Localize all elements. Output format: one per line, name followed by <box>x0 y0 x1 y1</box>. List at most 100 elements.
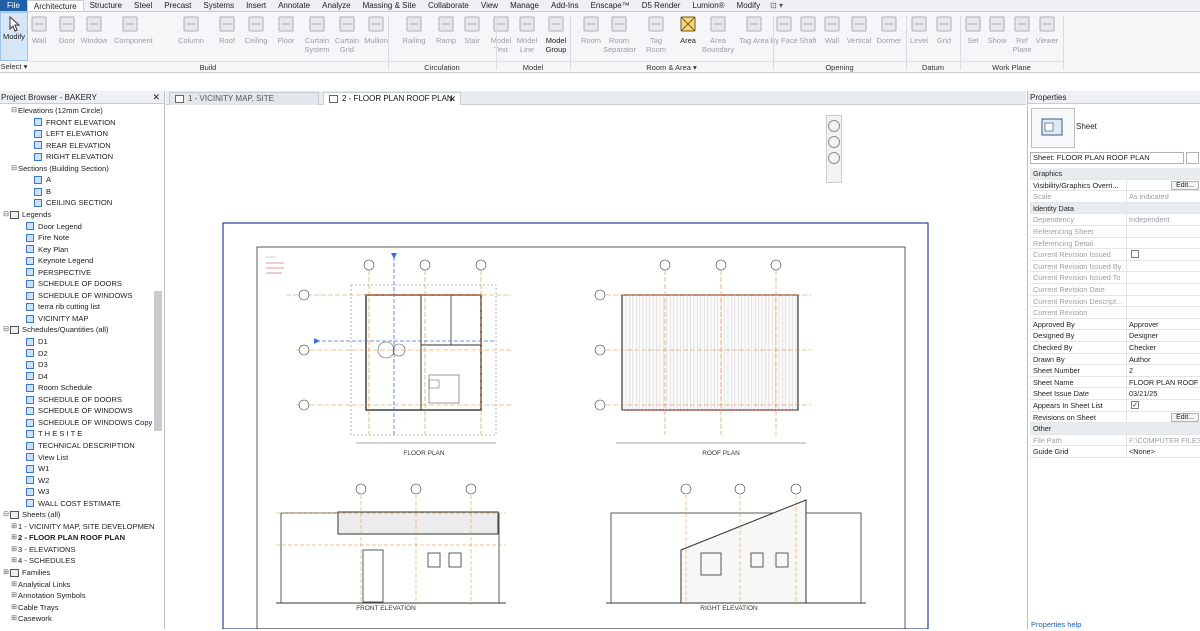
tree-item[interactable]: ⊞ 3 - ELEVATIONS <box>10 544 75 556</box>
properties-help-link[interactable]: Properties help <box>1031 620 1081 629</box>
property-section-header[interactable]: Other <box>1030 423 1200 435</box>
close-icon[interactable]: ✕ <box>448 93 456 105</box>
expand-icon[interactable]: ⊞ <box>10 555 18 567</box>
tree-item[interactable]: Key Plan <box>18 244 68 256</box>
tree-item[interactable]: ⊞ 2 - FLOOR PLAN ROOF PLAN <box>10 532 125 544</box>
expand-icon[interactable]: ⊞ <box>2 567 10 579</box>
tree-item[interactable]: ⊟ Sections (Building Section) <box>10 163 109 175</box>
menu-tab[interactable]: Annotate <box>272 0 316 11</box>
expand-icon[interactable]: ⊞ <box>10 602 18 614</box>
tree-item[interactable]: D4 <box>18 371 48 383</box>
menu-tab[interactable]: Add-Ins <box>545 0 585 11</box>
property-value[interactable]: <None> <box>1127 446 1200 457</box>
room-separator-button[interactable]: Room Separator <box>603 14 636 54</box>
area-boundary-button[interactable]: Area Boundary <box>702 14 734 54</box>
menu-tab[interactable]: Analyze <box>316 0 356 11</box>
tree-item[interactable]: Fire Note <box>18 232 69 244</box>
pan-icon[interactable] <box>828 152 840 164</box>
column-button[interactable]: Column <box>175 14 207 45</box>
tree-item[interactable]: ⊞ Analytical Links <box>10 579 70 591</box>
railing-button[interactable]: Railing <box>398 14 430 45</box>
expand-icon[interactable]: ⊞ <box>10 579 18 591</box>
menu-tab[interactable]: Modify <box>731 0 767 11</box>
tree-item[interactable]: Door Legend <box>18 221 82 233</box>
tree-item[interactable]: FRONT ELEVATION <box>26 117 116 129</box>
edit-button[interactable]: Edit... <box>1171 180 1199 190</box>
expand-icon[interactable]: ⊞ <box>10 532 18 544</box>
property-value[interactable]: 03/21/25 <box>1127 388 1200 399</box>
viewer-button[interactable]: Viewer <box>1031 14 1063 45</box>
tree-item[interactable]: WALL COST ESTIMATE <box>18 498 121 510</box>
edit-button[interactable]: Edit... <box>1171 412 1199 422</box>
tree-item[interactable]: ⊞ Casework <box>10 613 52 625</box>
property-checkbox[interactable]: ✓ <box>1131 401 1139 409</box>
area-button[interactable]: Area <box>672 14 704 45</box>
drawing-canvas[interactable]: FLOOR PLAN ROOF PLAN FRONT ELEVATION RIG… <box>166 105 1026 630</box>
property-value[interactable]: Checker <box>1127 342 1200 353</box>
tree-item[interactable]: Keynote Legend <box>18 255 93 267</box>
property-value[interactable]: Approver <box>1127 319 1200 330</box>
menu-tab[interactable]: Enscape™ <box>585 0 636 11</box>
ribbon-group-room-area[interactable]: Room & Area ▾ <box>570 61 773 72</box>
menu-tab[interactable]: Collaborate <box>422 0 475 11</box>
tree-item[interactable]: W1 <box>18 463 49 475</box>
zoom-icon[interactable] <box>828 136 840 148</box>
tab-vicinity-map[interactable]: 1 - VICINITY MAP, SITE DEVELOPM... <box>169 92 319 115</box>
tree-item[interactable]: ⊟ Schedules/Quantities (all) <box>2 324 108 336</box>
tree-item[interactable]: SCHEDULE OF WINDOWS Copy 1 <box>18 417 159 429</box>
tree-item[interactable]: RIGHT ELEVATION <box>26 151 113 163</box>
expand-icon[interactable]: ⊞ <box>10 613 18 625</box>
browser-scrollbar[interactable] <box>154 291 162 431</box>
menu-tab[interactable]: Architecture <box>26 0 84 11</box>
tree-item[interactable]: LEFT ELEVATION <box>26 128 108 140</box>
tree-item[interactable]: SCHEDULE OF DOORS <box>18 278 122 290</box>
tree-item[interactable]: ⊞ Annotation Symbols <box>10 590 85 602</box>
curtain-system-button[interactable]: Curtain System <box>301 14 333 54</box>
ribbon-minimize-icon[interactable]: ⊡ ▾ <box>766 0 787 11</box>
tree-item[interactable]: ⊟ Legends <box>2 209 51 221</box>
collapse-icon[interactable]: ⊟ <box>10 163 18 175</box>
tree-item[interactable]: ⊟ Elevations (12mm Circle) <box>10 105 103 117</box>
tree-item[interactable]: D3 <box>18 359 48 371</box>
close-icon[interactable]: ✕ <box>152 91 160 104</box>
property-value[interactable]: Edit... <box>1127 180 1200 191</box>
menu-tab[interactable]: Structure <box>84 0 128 11</box>
tree-item[interactable]: ⊟ Sheets (all) <box>2 509 60 521</box>
tag-area-button[interactable]: Tag Area <box>738 14 770 45</box>
tree-item[interactable]: SCHEDULE OF DOORS <box>18 394 122 406</box>
menu-tab[interactable]: Insert <box>240 0 272 11</box>
collapse-icon[interactable]: ⊟ <box>10 105 18 117</box>
property-value[interactable]: Edit... <box>1127 412 1200 423</box>
tree-item[interactable]: T H E S I T E <box>18 428 82 440</box>
expand-icon[interactable]: ⊞ <box>10 521 18 533</box>
ceiling-button[interactable]: Ceiling <box>240 14 272 45</box>
tree-item[interactable]: D1 <box>18 336 48 348</box>
component-button[interactable]: Component <box>114 14 153 45</box>
vertical-button[interactable]: Vertical <box>843 14 875 45</box>
window-button[interactable]: Window <box>78 14 110 45</box>
expand-icon[interactable]: ⊞ <box>10 544 18 556</box>
grid-button[interactable]: Grid <box>928 14 960 45</box>
menu-tab[interactable]: Massing & Site <box>357 0 422 11</box>
property-value[interactable]: Designer <box>1127 330 1200 341</box>
property-value[interactable]: 2 <box>1127 365 1200 376</box>
tree-item[interactable]: SCHEDULE OF WINDOWS <box>18 290 133 302</box>
tree-item[interactable]: REAR ELEVATION <box>26 140 111 152</box>
edit-type-icon[interactable] <box>1186 152 1199 164</box>
curtain-grid-button[interactable]: Curtain Grid <box>331 14 363 54</box>
select-dropdown[interactable]: Select ▾ <box>0 61 28 72</box>
floor-button[interactable]: Floor <box>270 14 302 45</box>
tree-item[interactable]: ⊞ 1 - VICINITY MAP, SITE DEVELOPMEN <box>10 521 154 533</box>
tree-item[interactable]: ⊞ 4 - SCHEDULES <box>10 555 75 567</box>
collapse-icon[interactable]: ⊟ <box>2 209 10 221</box>
property-value[interactable]: Author <box>1127 354 1200 365</box>
tree-item[interactable]: VICINITY MAP <box>18 313 89 325</box>
tree-item[interactable]: B <box>26 186 51 198</box>
tree-item[interactable]: SCHEDULE OF WINDOWS <box>18 405 133 417</box>
collapse-icon[interactable]: ⊟ <box>2 324 10 336</box>
tag-room-button[interactable]: Tag Room <box>640 14 672 54</box>
tree-item[interactable]: Room Schedule <box>18 382 92 394</box>
tree-item[interactable]: W2 <box>18 475 49 487</box>
menu-tab[interactable]: Lumion® <box>686 0 730 11</box>
property-value[interactable]: ✓ <box>1127 400 1200 411</box>
